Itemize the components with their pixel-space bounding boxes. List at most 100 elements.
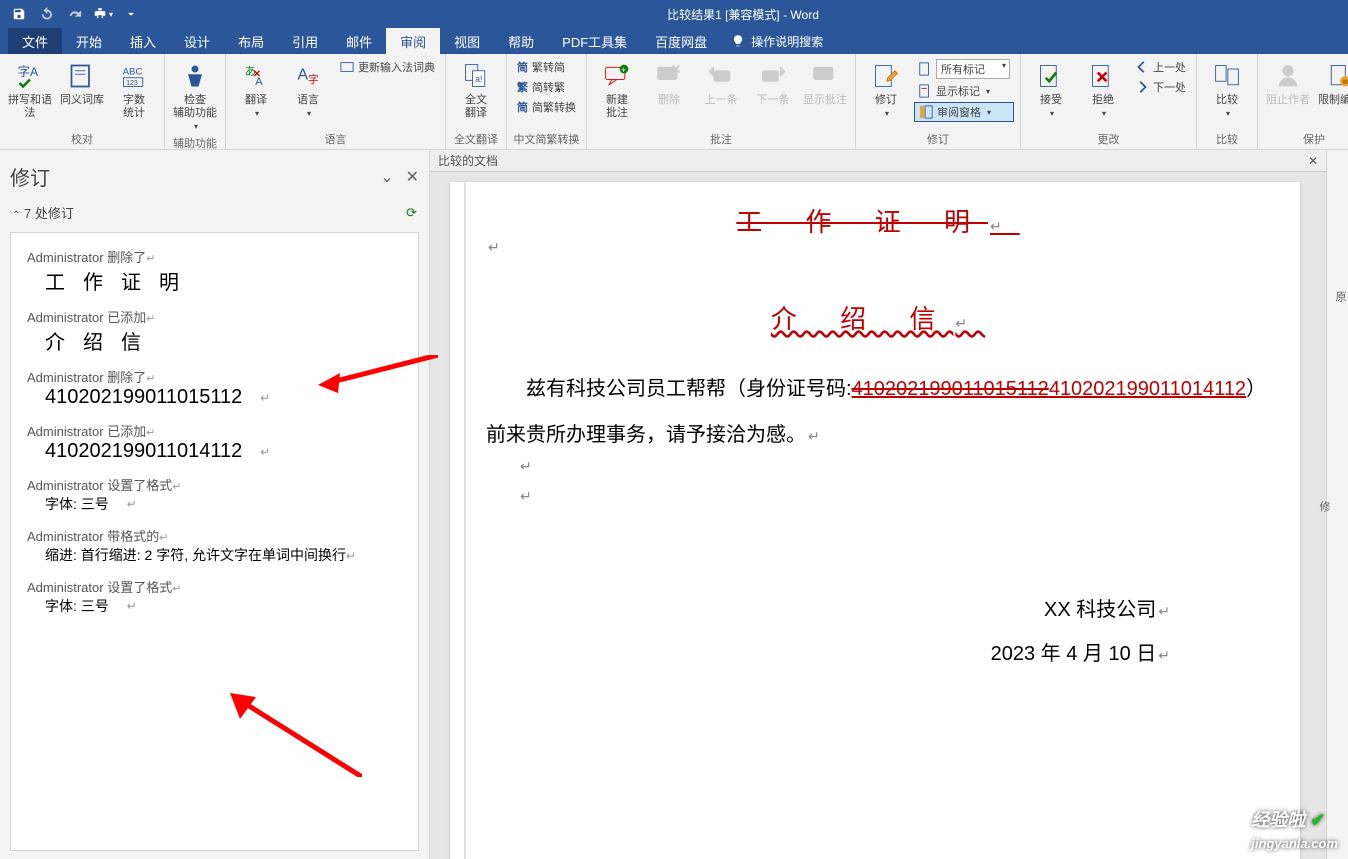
document-scroll[interactable]: 工 作 证 明 介 绍 信 兹有科技公司员工帮帮（身份证号码:410202199…: [430, 172, 1326, 859]
spellcheck-icon: 字A: [16, 62, 44, 90]
restrict-editing-button[interactable]: 限制编辑: [1316, 58, 1348, 109]
delete-comment-button: 删除: [645, 58, 693, 109]
refresh-icon[interactable]: ⟳: [406, 205, 417, 221]
svg-text:a!: a!: [475, 74, 482, 84]
accept-button[interactable]: 接受: [1027, 58, 1075, 120]
spell-check-button[interactable]: 字A 拼写和语法: [6, 58, 54, 122]
group-comments: + 新建批注 删除 上一条 下一条 显示批注 批注: [587, 54, 856, 149]
group-accessibility: 检查辅助功能 辅助功能: [165, 54, 226, 149]
show-comments-icon: [811, 62, 839, 90]
doc-old-title: 工 作 证 明: [486, 202, 1270, 239]
thesaurus-button[interactable]: 同义词库: [58, 58, 106, 109]
compared-doc-label: 比较的文档: [438, 152, 498, 169]
undo-button[interactable]: [34, 2, 60, 26]
revision-item[interactable]: Administrator 设置了格式↵ 字体: 三号↵: [27, 577, 402, 616]
language-icon: A字: [294, 62, 322, 90]
doc-new-title: 介 绍 信: [486, 299, 1270, 336]
pane-close-icon[interactable]: ✕: [406, 167, 419, 187]
paragraph-mark: [486, 458, 1270, 488]
tab-mailings[interactable]: 邮件: [332, 28, 386, 54]
revision-item[interactable]: Administrator 设置了格式↵ 字体: 三号↵: [27, 475, 402, 514]
svg-text:字A: 字A: [18, 64, 39, 79]
show-markup-button[interactable]: 显示标记: [914, 82, 1014, 100]
lightbulb-icon: [731, 34, 745, 48]
redo-button[interactable]: [62, 2, 88, 26]
right-rail: 原 修: [1326, 150, 1348, 859]
prev-change-button[interactable]: 上一处: [1131, 58, 1190, 76]
tab-file[interactable]: 文件: [8, 28, 62, 54]
date-line: 2023 年 4 月 10 日: [486, 632, 1170, 676]
translate-button[interactable]: あA 翻译: [232, 58, 280, 120]
group-title-protect: 保护: [1264, 129, 1348, 149]
display-for-review-combo[interactable]: 所有标记: [914, 58, 1014, 80]
sc-tc-convert-button[interactable]: 简简繁转换: [513, 98, 580, 116]
new-comment-icon: +: [603, 62, 631, 90]
delete-comment-icon: [655, 62, 683, 90]
paragraph-mark: [486, 488, 1270, 518]
revised-doc-tab[interactable]: 修: [1316, 154, 1332, 859]
print-preview-button[interactable]: ▾: [90, 2, 116, 26]
group-title-fulltext: 全文翻译: [452, 129, 500, 149]
revision-item[interactable]: Administrator 已添加↵ 410202199011014112↵: [27, 421, 402, 463]
pane-dropdown-icon[interactable]: ⌄: [380, 167, 393, 187]
tab-home[interactable]: 开始: [62, 28, 116, 54]
group-title-chinese: 中文简繁转换: [513, 129, 580, 149]
revision-item[interactable]: Administrator 带格式的↵ 缩进: 首行缩进: 2 字符, 允许文字…: [27, 526, 402, 565]
tab-baidu[interactable]: 百度网盘: [641, 28, 721, 54]
restrict-icon: [1326, 62, 1348, 90]
qat-customize-button[interactable]: [118, 2, 144, 26]
fulltext-translate-button[interactable]: a! 全文翻译: [452, 58, 500, 122]
svg-text:A: A: [255, 76, 263, 88]
ime-icon: [340, 60, 354, 74]
translate-icon: あA: [242, 62, 270, 90]
new-comment-button[interactable]: + 新建批注: [593, 58, 641, 122]
revisions-pane-title: 修订: [10, 162, 50, 191]
prev-icon: [1135, 60, 1149, 74]
save-button[interactable]: [6, 2, 32, 26]
reviewing-pane-button[interactable]: 审阅窗格: [914, 102, 1014, 122]
tab-review[interactable]: 审阅: [386, 28, 440, 54]
title-bar: ▾ 比较结果1 [兼容模式] - Word: [0, 0, 1348, 28]
prev-comment-icon: [707, 62, 735, 90]
workspace: 修订 ⌄ ✕ ⌃ 7 处修订 ⟳ Administrator 删除了↵ 工作证明…: [0, 150, 1348, 859]
group-fulltext-translate: a! 全文翻译 全文翻译: [446, 54, 507, 149]
tab-help[interactable]: 帮助: [494, 28, 548, 54]
check-accessibility-button[interactable]: 检查辅助功能: [171, 58, 219, 133]
document-page[interactable]: 工 作 证 明 介 绍 信 兹有科技公司员工帮帮（身份证号码:410202199…: [450, 182, 1300, 859]
track-changes-icon: [872, 62, 900, 90]
track-changes-button[interactable]: 修订: [862, 58, 910, 120]
watermark: 经验啦 ✔ jingyanla.com: [1251, 806, 1338, 853]
update-ime-button[interactable]: 更新输入法词典: [336, 58, 439, 76]
svg-text:字: 字: [308, 73, 319, 86]
tab-layout[interactable]: 布局: [224, 28, 278, 54]
group-language: あA 翻译 A字 语言 更新输入法词典 语言: [226, 54, 446, 149]
tab-references[interactable]: 引用: [278, 28, 332, 54]
accept-icon: [1037, 62, 1065, 90]
revisions-count[interactable]: ⌃ 7 处修订: [12, 203, 74, 222]
svg-text:+: +: [621, 66, 626, 75]
tab-view[interactable]: 视图: [440, 28, 494, 54]
original-doc-tab[interactable]: 原: [1332, 154, 1348, 439]
compare-button[interactable]: 比较: [1203, 58, 1251, 120]
group-tracking: 修订 所有标记 显示标记 审阅窗格 修订: [856, 54, 1021, 149]
svg-text:123: 123: [126, 80, 138, 87]
doc-icon: [918, 62, 932, 76]
tab-pdftools[interactable]: PDF工具集: [548, 28, 641, 54]
word-count-button[interactable]: ABC123 字数统计: [110, 58, 158, 122]
next-change-button[interactable]: 下一处: [1131, 78, 1190, 96]
to-simplified-button[interactable]: 简繁转简: [513, 58, 580, 76]
tab-design[interactable]: 设计: [170, 28, 224, 54]
change-bar: [464, 182, 466, 859]
revision-item[interactable]: Administrator 已添加↵ 介绍信: [27, 307, 402, 355]
pane-icon: [919, 105, 933, 119]
fulltext-icon: a!: [462, 62, 490, 90]
revision-item[interactable]: Administrator 删除了↵ 工作证明: [27, 247, 402, 295]
ribbon-tabs: 文件 开始 插入 设计 布局 引用 邮件 审阅 视图 帮助 PDF工具集 百度网…: [0, 28, 1348, 54]
revisions-pane: 修订 ⌄ ✕ ⌃ 7 处修订 ⟳ Administrator 删除了↵ 工作证明…: [0, 150, 430, 859]
tab-insert[interactable]: 插入: [116, 28, 170, 54]
to-traditional-button[interactable]: 繁简转繁: [513, 78, 580, 96]
language-button[interactable]: A字 语言: [284, 58, 332, 120]
reject-button[interactable]: 拒绝: [1079, 58, 1127, 120]
tell-me-search[interactable]: 操作说明搜索: [721, 28, 833, 54]
svg-text:ABC: ABC: [123, 66, 143, 77]
